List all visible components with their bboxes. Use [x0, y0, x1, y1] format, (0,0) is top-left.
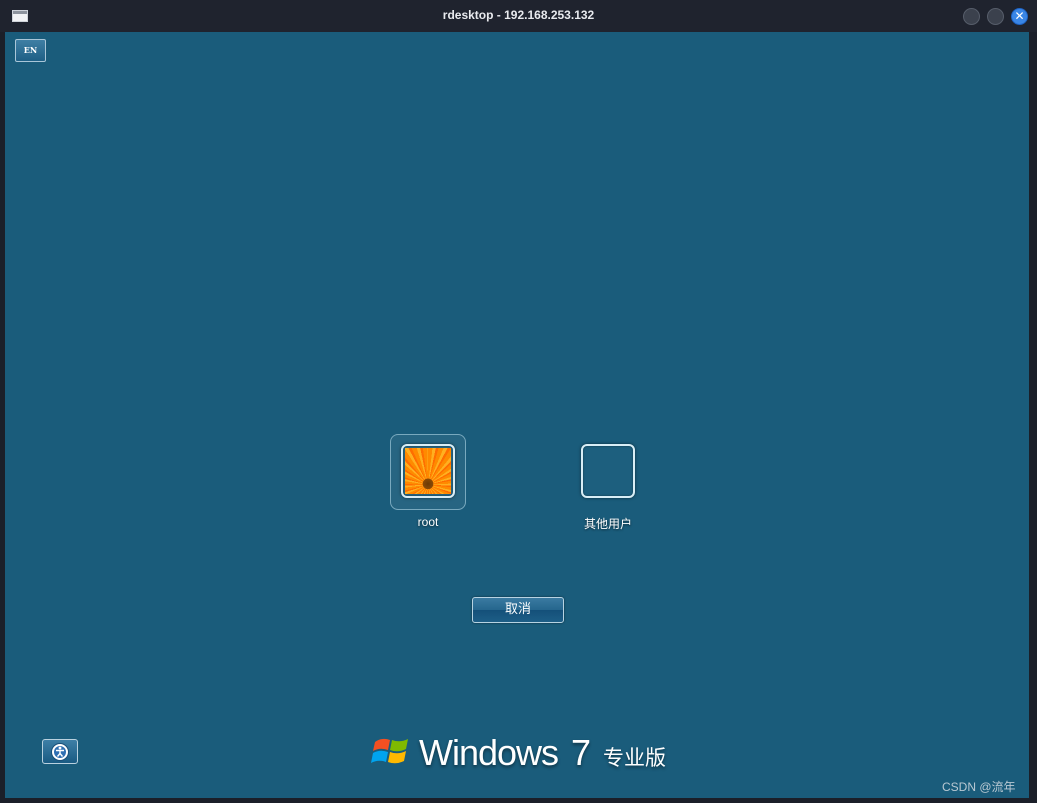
cancel-button[interactable]: 取消: [472, 597, 564, 623]
windows-branding: Windows 7 专业版: [371, 732, 691, 773]
user-picture-frame[interactable]: [581, 444, 635, 498]
user-picture-frame[interactable]: [401, 444, 455, 498]
windows-edition: 专业版: [603, 746, 666, 770]
watermark: CSDN @流年: [942, 780, 1016, 794]
close-icon: ✕: [1014, 9, 1025, 23]
title-bar: rdesktop - 192.168.253.132 ✕: [0, 0, 1037, 32]
maximize-button[interactable]: [987, 8, 1004, 25]
minimize-button[interactable]: [963, 8, 980, 25]
user-name-label: root: [417, 515, 439, 529]
windows-logo-icon: [371, 738, 408, 764]
windows-version: 7: [571, 732, 592, 773]
ease-of-access-button[interactable]: [42, 739, 78, 764]
window-title: rdesktop - 192.168.253.132: [442, 8, 595, 22]
user-name-label: 其他用户: [583, 517, 632, 531]
windows-wordmark: Windows: [419, 732, 559, 773]
ease-of-access-icon: [51, 743, 69, 761]
close-button[interactable]: ✕: [1011, 8, 1028, 25]
remote-desktop-area: EN root 其他用户 取消 Windows 7 专业版 CSDN @流年: [5, 32, 1029, 798]
language-button[interactable]: EN: [15, 39, 46, 62]
flower-picture: [405, 448, 451, 494]
